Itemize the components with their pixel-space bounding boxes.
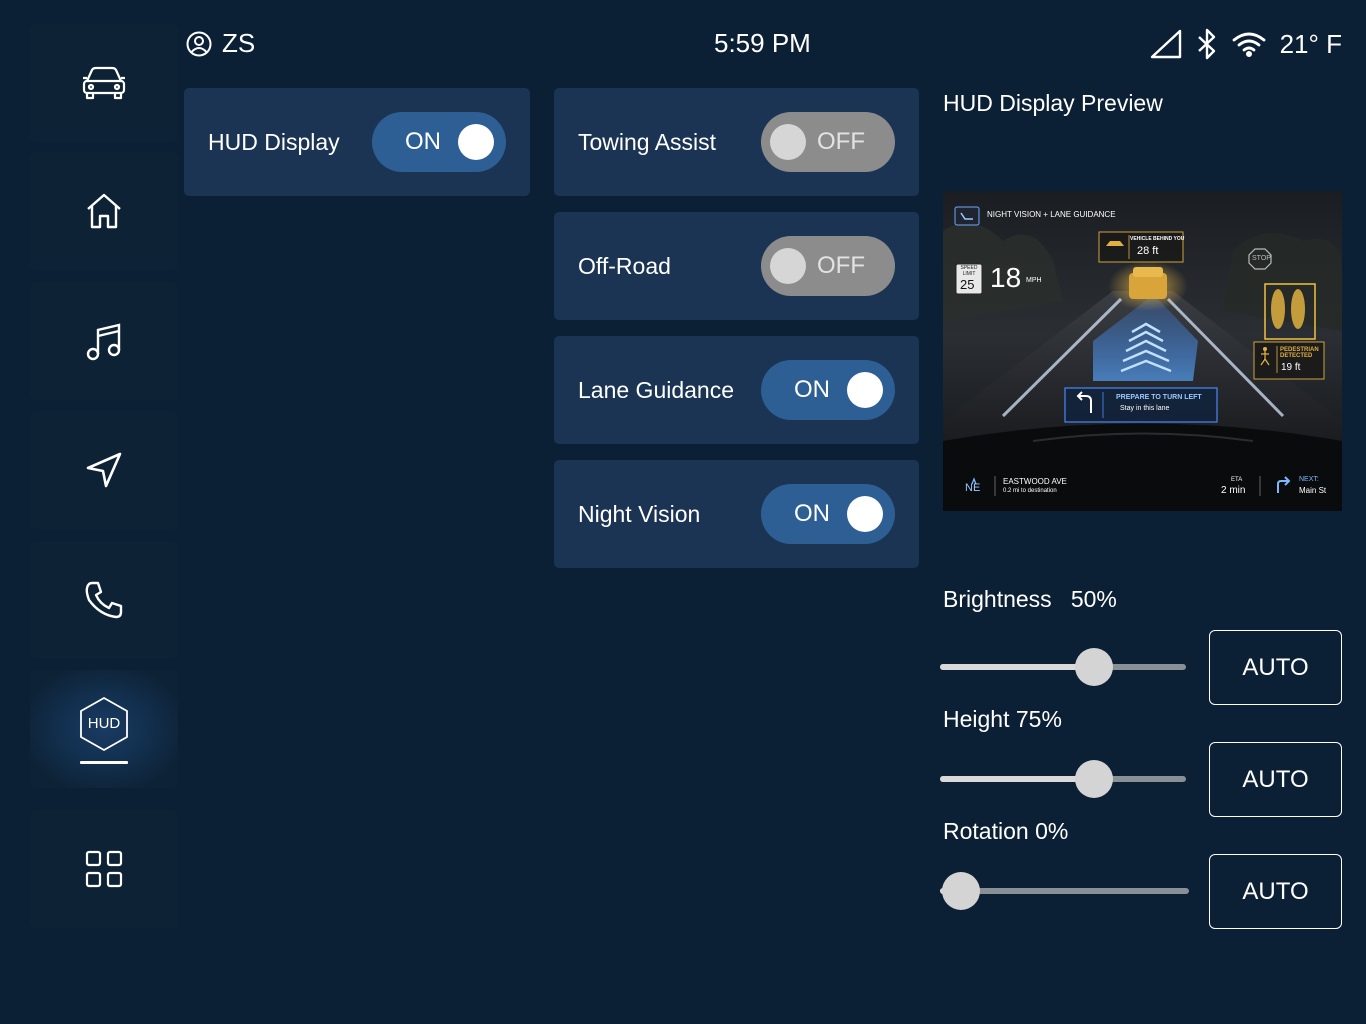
eta-label: ETA [1231, 477, 1243, 483]
toggle-knob [847, 496, 883, 532]
off-road-card: Off-Road OFF [554, 212, 919, 320]
night-vision-label: Night Vision [578, 500, 701, 527]
rotation-label-group: Rotation 0% [943, 818, 1068, 845]
brightness-auto-button[interactable]: AUTO [1209, 630, 1342, 705]
grid-icon [85, 850, 123, 888]
home-icon [87, 193, 121, 229]
rotation-slider-thumb[interactable] [942, 872, 980, 910]
preview-title: HUD Display Preview [943, 90, 1163, 116]
off-road-toggle[interactable]: OFF [761, 236, 895, 296]
height-value: 75% [1015, 706, 1062, 732]
sidebar-item-home[interactable] [30, 152, 178, 270]
user-profile[interactable]: ZS [186, 28, 255, 59]
speed-limit-value: 25 [960, 277, 975, 292]
status-icons: 21° F [1150, 28, 1342, 60]
turn-subtitle: Stay in this lane [1120, 405, 1170, 412]
height-auto-button[interactable]: AUTO [1209, 742, 1342, 817]
toggle-knob [770, 124, 806, 160]
slider-fill [940, 664, 1094, 670]
hud-display-card: HUD Display ON [184, 88, 530, 196]
phone-icon [85, 581, 123, 619]
vehicle-behind-distance: 28 ft [1137, 245, 1159, 257]
next-street: Main St [1299, 486, 1327, 495]
rotation-label: Rotation [943, 818, 1029, 844]
hud-label: HUD [87, 715, 121, 732]
heading: NE [965, 482, 981, 494]
sidebar-item-music[interactable] [30, 282, 178, 400]
height-slider-track[interactable] [940, 776, 1186, 782]
sidebar-item-hud[interactable]: HUD [30, 670, 178, 788]
preview-mode-label: NIGHT VISION + LANE GUIDANCE [987, 210, 1116, 219]
turn-title: PREPARE TO TURN LEFT [1116, 394, 1202, 401]
off-road-label: Off-Road [578, 252, 671, 279]
night-vision-card: Night Vision ON [554, 460, 919, 568]
temperature: 21° F [1279, 28, 1342, 59]
toggle-state: OFF [817, 128, 865, 155]
current-speed: 18 [990, 262, 1022, 293]
height-slider-thumb[interactable] [1074, 760, 1113, 798]
brightness-slider-thumb[interactable] [1074, 648, 1113, 686]
bluetooth-icon [1197, 28, 1215, 60]
street-name: EASTWOOD AVE [1003, 477, 1067, 486]
hud-display-label: HUD Display [208, 128, 340, 155]
brightness-value: 50% [1070, 586, 1117, 612]
navigation-arrow-icon [86, 452, 122, 488]
user-initials: ZS [222, 28, 256, 58]
height-label-group: Height 75% [943, 706, 1062, 733]
next-label: NEXT: [1299, 476, 1319, 483]
street-subtitle: 0.2 mi to destination [1003, 488, 1057, 494]
hud-hexagon-icon: HUD [78, 695, 130, 753]
lane-guidance-toggle[interactable]: ON [761, 360, 895, 420]
speed-limit-label: SPEED LIMIT [960, 265, 978, 277]
lane-guidance-label: Lane Guidance [578, 376, 735, 403]
sidebar-item-phone[interactable] [30, 541, 178, 659]
cellular-signal-icon [1150, 29, 1181, 59]
wifi-icon [1232, 32, 1265, 57]
toggle-knob [770, 248, 806, 284]
pedestrian-label-2: DETECTED [1280, 353, 1313, 359]
height-label: Height [943, 706, 1010, 732]
sidebar-item-apps[interactable] [30, 810, 178, 928]
brightness-label-group: Brightness 50% [943, 586, 1117, 613]
pedestrian-distance: 19 ft [1281, 362, 1301, 373]
toggle-state: OFF [817, 252, 865, 279]
sidebar-item-car[interactable] [30, 24, 178, 142]
hud-preview-image: NIGHT VISION + LANE GUIDANCE VEHICLE BEH… [943, 191, 1342, 511]
music-note-icon [86, 323, 121, 361]
vehicle-behind-label: VEHICLE BEHIND YOU [1130, 236, 1185, 242]
clock: 5:59 PM [714, 28, 811, 58]
toggle-state: ON [405, 128, 441, 155]
towing-assist-label: Towing Assist [578, 128, 717, 155]
speed-unit: MPH [1026, 277, 1042, 284]
towing-assist-toggle[interactable]: OFF [761, 112, 895, 172]
sidebar-item-navigation[interactable] [30, 411, 178, 529]
brightness-slider-track[interactable] [940, 664, 1186, 670]
towing-assist-card: Towing Assist OFF [554, 88, 919, 196]
night-vision-toggle[interactable]: ON [761, 484, 895, 544]
toggle-state: ON [794, 500, 830, 527]
user-avatar-icon [186, 31, 212, 56]
hud-display-toggle[interactable]: ON [372, 112, 506, 172]
toggle-knob [458, 124, 494, 160]
lane-guidance-card: Lane Guidance ON [554, 336, 919, 444]
active-indicator [80, 760, 128, 764]
toggle-state: ON [794, 376, 830, 403]
rotation-auto-button[interactable]: AUTO [1209, 854, 1342, 929]
eta-value: 2 min [1221, 485, 1246, 496]
rotation-value: 0% [1035, 818, 1069, 844]
car-icon [82, 66, 126, 100]
toggle-knob [847, 372, 883, 408]
slider-fill [940, 776, 1094, 782]
brightness-label: Brightness [943, 586, 1052, 612]
stop-sign-text: STOP [1252, 255, 1271, 262]
